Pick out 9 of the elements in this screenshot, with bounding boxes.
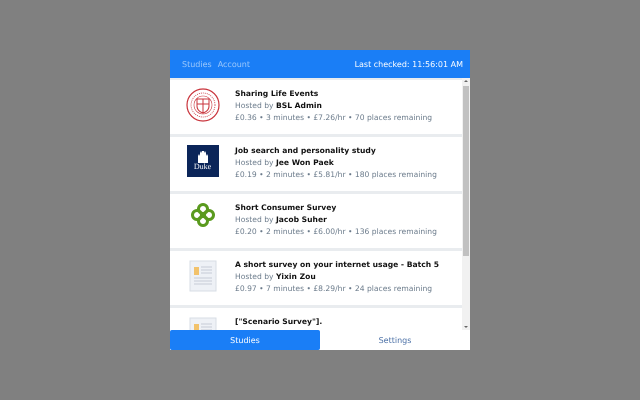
duke-logo: Duke xyxy=(186,145,218,177)
scroll-down-arrow-icon[interactable] xyxy=(462,324,470,330)
document-icon xyxy=(186,259,218,293)
seal-logo-icon xyxy=(186,88,220,122)
last-checked-text: Last checked: 11:56:01 AM xyxy=(354,60,463,68)
scroll-up-arrow-icon[interactable] xyxy=(462,78,470,84)
knot-logo-icon xyxy=(190,202,216,228)
scrollbar[interactable] xyxy=(462,78,470,330)
bottom-tab[interactable]: Studies xyxy=(170,330,320,350)
